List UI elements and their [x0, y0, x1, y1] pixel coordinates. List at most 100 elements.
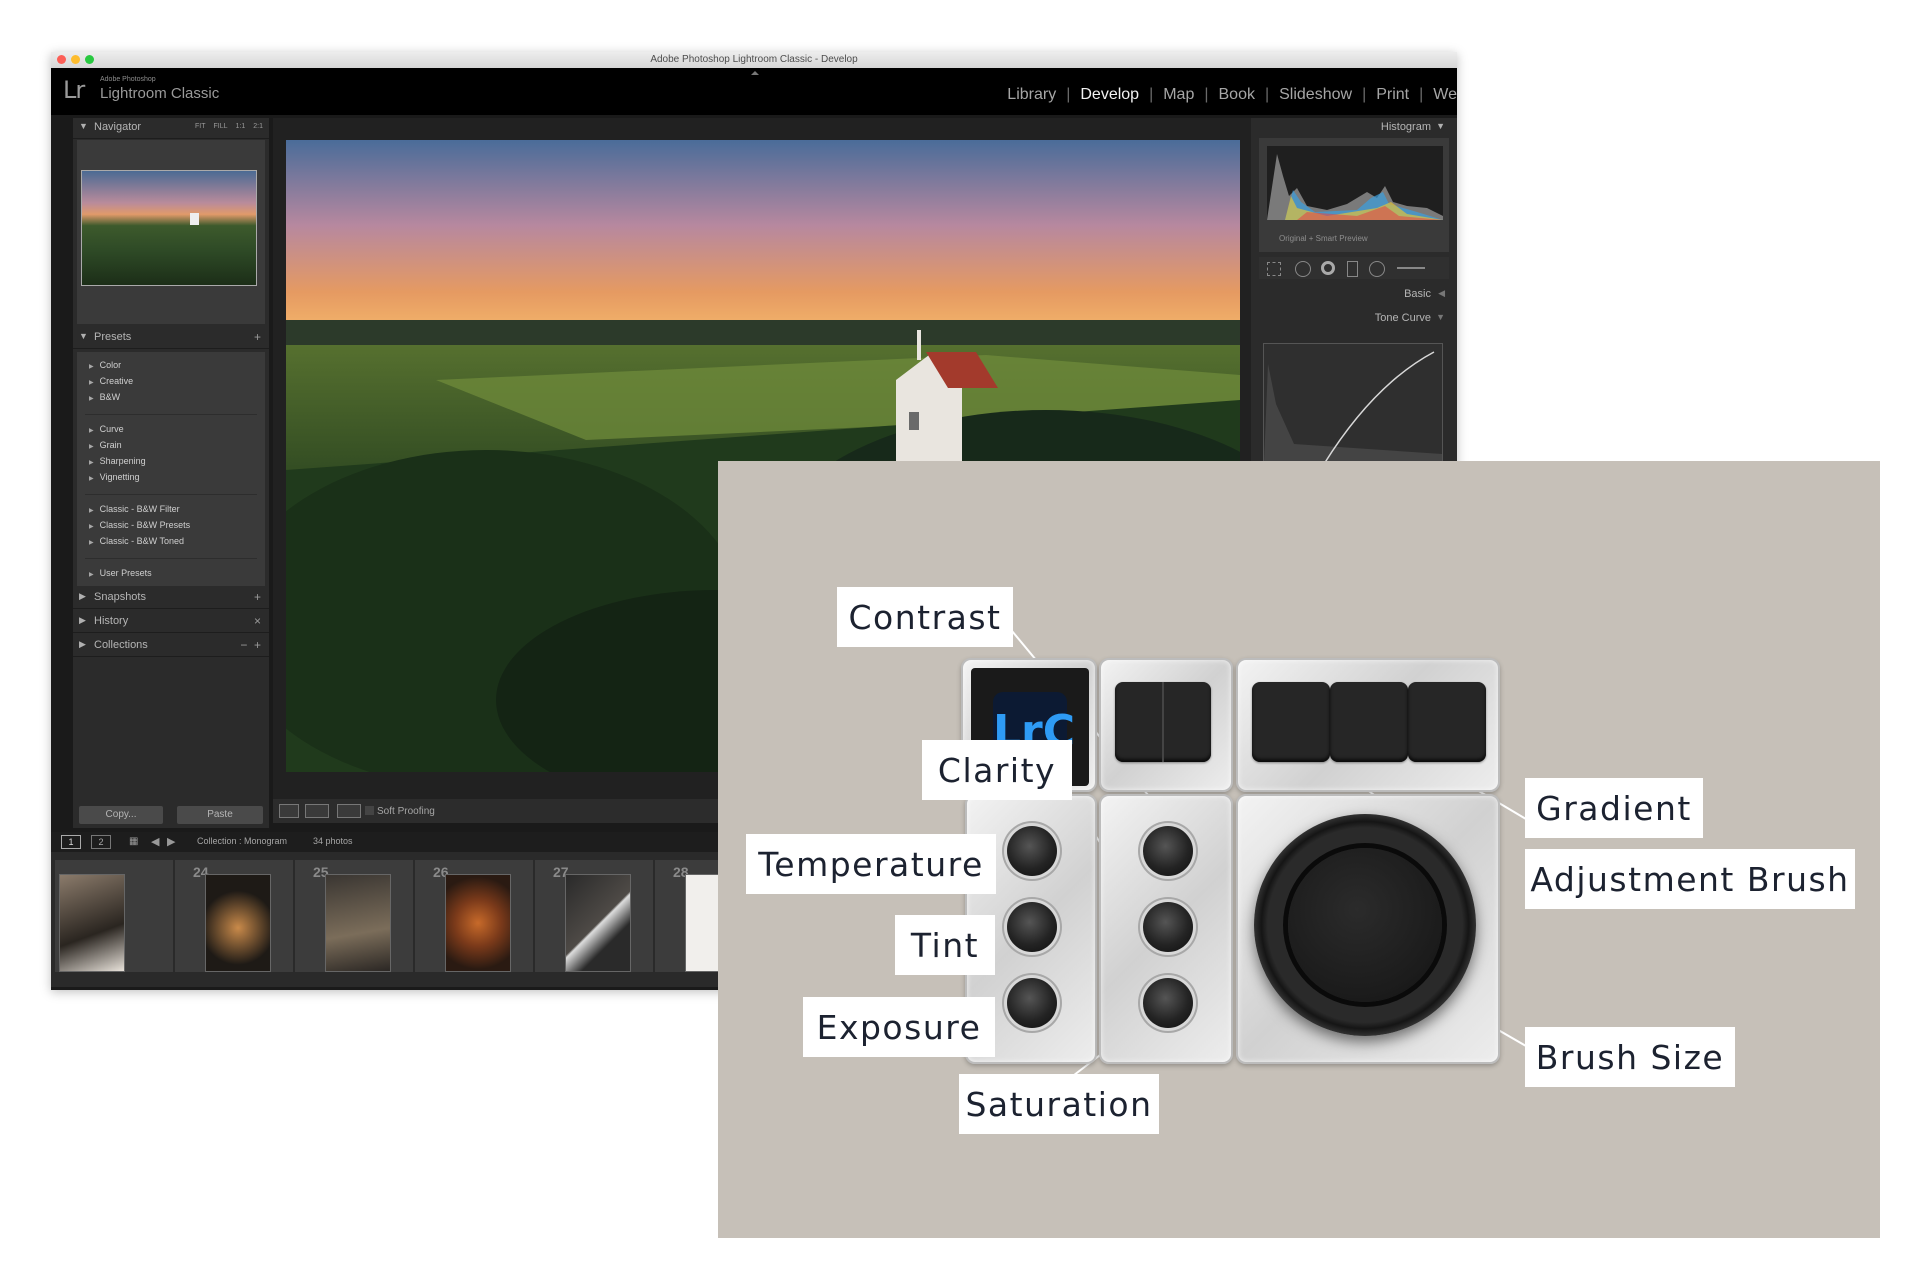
filmstrip-thumbnail[interactable]: [59, 874, 125, 972]
preset-curve[interactable]: ▶ Curve: [89, 424, 124, 434]
collapsed-triangle-icon[interactable]: ◀: [1438, 288, 1445, 299]
clarity-dial[interactable]: [1143, 902, 1193, 952]
callout-tint: Tint: [895, 915, 995, 975]
red-eye-icon[interactable]: [1321, 261, 1335, 275]
collections-header[interactable]: ▶ Collections − +: [73, 636, 269, 657]
history-header[interactable]: ▶ History ×: [73, 612, 269, 633]
clear-history-icon[interactable]: ×: [254, 614, 261, 628]
wheel-center[interactable]: [1288, 848, 1442, 1002]
compare-view-button[interactable]: [337, 804, 361, 818]
window-1-button[interactable]: 1: [61, 835, 81, 849]
exposure-dial[interactable]: [1007, 978, 1057, 1028]
module-develop[interactable]: Develop: [1070, 86, 1149, 104]
contrast-dial[interactable]: [1143, 826, 1193, 876]
filmstrip-cell[interactable]: 26: [415, 860, 533, 972]
graduated-filter-icon[interactable]: [1347, 261, 1358, 277]
expand-triangle-icon[interactable]: ▼: [1436, 312, 1445, 322]
preset-user-presets[interactable]: ▶ User Presets: [89, 568, 152, 578]
module-map[interactable]: Map: [1153, 86, 1204, 104]
module-print[interactable]: Print: [1366, 86, 1419, 104]
preset-classic-bw-presets[interactable]: ▶ Classic - B&W Presets: [89, 520, 190, 530]
add-snapshot-icon[interactable]: +: [254, 590, 261, 604]
module-picker: Library | Develop | Map | Book | Slidesh…: [997, 86, 1457, 104]
tint-dial[interactable]: [1007, 902, 1057, 952]
module-slideshow[interactable]: Slideshow: [1269, 86, 1362, 104]
soft-proofing-checkbox[interactable]: [365, 806, 374, 815]
callout-temperature: Temperature: [746, 834, 996, 894]
radial-filter-icon[interactable]: [1369, 261, 1385, 277]
window-title: Adobe Photoshop Lightroom Classic - Deve…: [650, 54, 858, 65]
navigator-zoom-options: FIT FILL 1:1 2:1: [195, 123, 263, 130]
add-preset-icon[interactable]: +: [254, 330, 261, 344]
preset-sharpening[interactable]: ▶ Sharpening: [89, 456, 146, 466]
callout-gradient: Gradient: [1525, 778, 1703, 838]
tool-key[interactable]: [1408, 682, 1486, 762]
navigator-title: Navigator: [94, 121, 142, 133]
back-arrow-icon[interactable]: ◀: [151, 835, 159, 848]
temperature-dial[interactable]: [1007, 826, 1057, 876]
filmstrip-cell[interactable]: 27: [535, 860, 653, 972]
presets-header[interactable]: ▼ Presets +: [73, 328, 269, 349]
key-divider: [1162, 682, 1164, 762]
loupe-view-button[interactable]: [279, 804, 299, 818]
collapse-top-panel-icon[interactable]: [751, 71, 759, 75]
paste-button[interactable]: Paste: [177, 806, 263, 824]
histogram-chart: [1267, 154, 1443, 220]
histogram-title[interactable]: Histogram: [1381, 121, 1431, 133]
preset-vignetting[interactable]: ▶ Vignetting: [89, 472, 140, 482]
preset-divider: [85, 414, 257, 415]
filmstrip-cell[interactable]: 24: [175, 860, 293, 972]
callout-exposure: Exposure: [803, 997, 995, 1057]
zoom-2-1[interactable]: 2:1: [253, 123, 263, 130]
brush-size-wheel[interactable]: [1254, 814, 1476, 1036]
zoom-1-1[interactable]: 1:1: [236, 123, 246, 130]
before-after-button[interactable]: [305, 804, 329, 818]
navigator-header[interactable]: ▼ Navigator FIT FILL 1:1 2:1: [73, 118, 269, 139]
preset-classic-bw-toned[interactable]: ▶ Classic - B&W Toned: [89, 536, 184, 546]
tone-curve-graph[interactable]: [1263, 343, 1443, 465]
filmstrip-thumbnail[interactable]: [565, 874, 631, 972]
zoom-fill[interactable]: FILL: [214, 123, 228, 130]
gradient-key[interactable]: [1252, 682, 1330, 762]
histogram-info: Original + Smart Preview: [1279, 234, 1368, 243]
collection-label[interactable]: Collection : Monogram: [197, 836, 287, 846]
expand-triangle-icon[interactable]: ▼: [1436, 121, 1445, 131]
identity-plate: Lr Adobe Photoshop Lightroom Classic Lib…: [51, 68, 1457, 115]
navigator-thumbnail[interactable]: [81, 170, 257, 286]
module-web[interactable]: We: [1423, 86, 1457, 104]
preset-classic-bw-filter[interactable]: ▶ Classic - B&W Filter: [89, 504, 180, 514]
forward-arrow-icon[interactable]: ▶: [167, 835, 175, 848]
add-collection-icon[interactable]: − +: [240, 638, 261, 652]
filmstrip-cell[interactable]: [55, 860, 173, 972]
preset-bw[interactable]: ▶ B&W: [89, 392, 120, 402]
preset-creative[interactable]: ▶ Creative: [89, 376, 133, 386]
preset-color[interactable]: ▶ Color: [89, 360, 121, 370]
filmstrip-thumbnail[interactable]: [205, 874, 271, 972]
callout-saturation: Saturation: [959, 1074, 1159, 1134]
module-book[interactable]: Book: [1209, 86, 1265, 104]
filmstrip-thumbnail[interactable]: [445, 874, 511, 972]
photo-count: 34 photos: [313, 836, 353, 846]
crop-tool-icon[interactable]: [1267, 262, 1281, 276]
filmstrip-cell[interactable]: 25: [295, 860, 413, 972]
adjustment-brush-icon[interactable]: [1397, 267, 1425, 269]
history-title: History: [94, 615, 129, 627]
zoom-fit[interactable]: FIT: [195, 123, 206, 130]
dial-module-middle: [1099, 794, 1233, 1064]
spot-removal-icon[interactable]: [1295, 261, 1311, 277]
expand-triangle-icon: ▼: [79, 121, 88, 131]
tone-curve-header[interactable]: Tone Curve: [1375, 312, 1431, 324]
snapshots-header[interactable]: ▶ Snapshots +: [73, 588, 269, 609]
window-2-button[interactable]: 2: [91, 835, 111, 849]
adjustment-brush-key[interactable]: [1330, 682, 1408, 762]
preset-grain[interactable]: ▶ Grain: [89, 440, 122, 450]
grid-view-icon[interactable]: ▦: [129, 836, 138, 847]
two-key-module: [1099, 658, 1233, 792]
module-library[interactable]: Library: [997, 86, 1066, 104]
saturation-dial[interactable]: [1143, 978, 1193, 1028]
filmstrip-thumbnail[interactable]: [325, 874, 391, 972]
basic-panel-header[interactable]: Basic: [1404, 288, 1431, 300]
develop-tool-strip: [1259, 257, 1449, 279]
copy-button[interactable]: Copy...: [79, 806, 163, 824]
expand-triangle-icon: ▼: [79, 331, 88, 341]
